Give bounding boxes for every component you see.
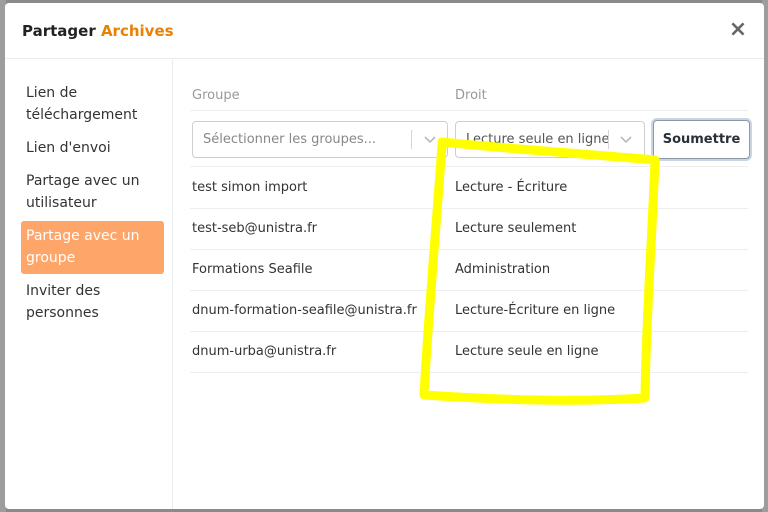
share-permission[interactable]: Lecture - Écriture — [455, 180, 567, 195]
dialog-title: Partager Archives — [22, 22, 174, 40]
share-group-name: dnum-urba@unistra.fr — [192, 344, 337, 359]
group-select-separator — [411, 130, 412, 149]
share-group-name: dnum-formation-seafile@unistra.fr — [192, 303, 417, 318]
chevron-down-icon[interactable] — [422, 131, 438, 147]
permission-select-value: Lecture seule en ligne — [466, 132, 610, 147]
form-divider — [190, 166, 748, 167]
submit-button[interactable]: Soumettre — [653, 120, 750, 159]
share-group-panel: Groupe Droit Sélectionner les groupes...… — [190, 60, 764, 509]
permission-column-header: Droit — [455, 88, 487, 103]
group-column-header: Groupe — [192, 88, 240, 103]
sidebar-item-share-group[interactable]: Partage avec un groupe — [21, 221, 164, 274]
dialog-header: Partager Archives × — [5, 3, 764, 59]
dialog-title-name: Archives — [100, 22, 174, 40]
share-group-name: Formations Seafile — [192, 262, 313, 277]
share-group-name: test simon import — [192, 180, 308, 195]
table-row: test simon import Lecture - Écriture — [190, 168, 748, 209]
permission-select[interactable]: Lecture seule en ligne — [455, 121, 645, 158]
permission-select-separator — [608, 130, 609, 149]
sidebar-item-download-link[interactable]: Lien de téléchargement — [21, 82, 164, 126]
group-select-placeholder: Sélectionner les groupes... — [203, 132, 377, 147]
share-permission[interactable]: Lecture-Écriture en ligne — [455, 303, 615, 318]
share-group-name: test-seb@unistra.fr — [192, 221, 318, 236]
table-row: dnum-urba@unistra.fr Lecture seule en li… — [190, 332, 748, 373]
share-permission[interactable]: Administration — [455, 262, 550, 277]
header-divider — [190, 110, 748, 111]
share-sidebar: Lien de téléchargement Lien d'envoi Part… — [5, 60, 173, 509]
table-row: dnum-formation-seafile@unistra.fr Lectur… — [190, 291, 748, 332]
table-row: Formations Seafile Administration — [190, 250, 748, 291]
chevron-down-icon[interactable] — [618, 131, 634, 147]
dialog-title-prefix: Partager — [22, 22, 96, 40]
share-dialog: Partager Archives × Lien de téléchargeme… — [5, 3, 764, 509]
close-icon[interactable]: × — [728, 19, 748, 41]
sidebar-item-invite[interactable]: Inviter des personnes — [21, 280, 164, 324]
group-select[interactable]: Sélectionner les groupes... — [192, 121, 448, 158]
share-permission[interactable]: Lecture seule en ligne — [455, 344, 599, 359]
sidebar-item-upload-link[interactable]: Lien d'envoi — [21, 137, 164, 159]
sidebar-item-share-user[interactable]: Partage avec un utilisateur — [21, 170, 164, 214]
table-row: test-seb@unistra.fr Lecture seulement — [190, 209, 748, 250]
share-permission[interactable]: Lecture seulement — [455, 221, 576, 236]
row-divider — [190, 372, 748, 373]
